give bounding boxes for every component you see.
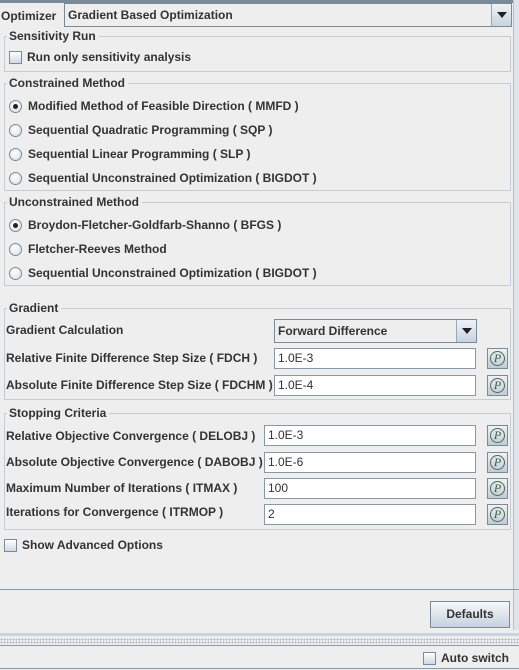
chevron-down-icon[interactable]	[456, 320, 476, 342]
radio-label: Sequential Unconstrained Optimization ( …	[28, 171, 317, 185]
parameter-icon: P	[490, 428, 505, 443]
parameter-icon: P	[490, 481, 505, 496]
auto-switch-row[interactable]: Auto switch	[423, 650, 509, 666]
bottom-border	[0, 668, 519, 669]
delobj-parameter-button[interactable]: P	[487, 425, 508, 446]
radio-button[interactable]	[9, 147, 22, 161]
radio-button[interactable]	[9, 242, 22, 256]
auto-switch-checkbox[interactable]	[423, 651, 436, 665]
show-advanced-options-label: Show Advanced Options	[22, 538, 163, 552]
fdch-parameter-button[interactable]: P	[487, 348, 508, 369]
constrained-method-group: Constrained Method Modified Method of Fe…	[4, 76, 511, 191]
fdchm-label: Absolute Finite Difference Step Size ( F…	[6, 378, 273, 392]
dabobj-input[interactable]: 1.0E-6	[264, 452, 476, 473]
fdchm-input[interactable]: 1.0E-4	[274, 375, 476, 396]
radio-bigdot-constrained[interactable]: Sequential Unconstrained Optimization ( …	[9, 168, 317, 188]
gradient-calculation-select[interactable]: Forward Difference	[274, 319, 477, 343]
dabobj-label: Absolute Objective Convergence ( DABOBJ …	[6, 455, 263, 469]
show-advanced-options-checkbox[interactable]	[4, 538, 17, 552]
gradient-group: Gradient Gradient Calculation Forward Di…	[4, 301, 511, 400]
defaults-button[interactable]: Defaults	[430, 601, 510, 628]
radio-sqp[interactable]: Sequential Quadratic Programming ( SQP )	[9, 120, 273, 140]
parameter-icon: P	[490, 455, 505, 470]
group-title: Sensitivity Run	[7, 29, 99, 43]
radio-mmfd[interactable]: Modified Method of Feasible Direction ( …	[9, 96, 299, 116]
radio-button[interactable]	[9, 123, 22, 137]
radio-label: Broydon-Fletcher-Goldfarb-Shanno ( BFGS …	[28, 218, 282, 232]
radio-label: Fletcher-Reeves Method	[28, 242, 167, 256]
fdchm-parameter-button[interactable]: P	[487, 375, 508, 396]
group-title: Unconstrained Method	[7, 195, 143, 209]
radio-label: Sequential Quadratic Programming ( SQP )	[28, 123, 273, 137]
group-title: Constrained Method	[7, 76, 128, 90]
split-pane-divider[interactable]	[0, 638, 519, 644]
radio-button[interactable]	[9, 171, 22, 185]
parameter-icon: P	[490, 378, 505, 393]
delobj-label: Relative Objective Convergence ( DELOBJ …	[6, 429, 256, 443]
fdch-label: Relative Finite Difference Step Size ( F…	[6, 351, 258, 365]
itmax-input[interactable]: 100	[264, 478, 476, 499]
radio-button[interactable]	[9, 218, 22, 232]
fdch-input[interactable]: 1.0E-3	[274, 348, 476, 369]
sensitivity-run-group: Sensitivity Run Run only sensitivity ana…	[4, 29, 511, 72]
gradient-calculation-label: Gradient Calculation	[6, 323, 124, 337]
radio-bfgs[interactable]: Broydon-Fletcher-Goldfarb-Shanno ( BFGS …	[9, 215, 281, 235]
optimizer-select[interactable]: Gradient Based Optimization	[64, 3, 512, 27]
itrmop-input[interactable]: 2	[264, 504, 476, 525]
radio-label: Sequential Linear Programming ( SLP )	[28, 147, 251, 161]
radio-button[interactable]	[9, 99, 22, 113]
gradient-calculation-value: Forward Difference	[278, 324, 388, 338]
group-title: Stopping Criteria	[7, 406, 110, 420]
sensitivity-checkbox-label: Run only sensitivity analysis	[27, 50, 192, 64]
show-advanced-options-row[interactable]: Show Advanced Options	[4, 535, 163, 555]
itrmop-parameter-button[interactable]: P	[487, 504, 508, 525]
radio-label: Modified Method of Feasible Direction ( …	[28, 99, 299, 113]
sensitivity-checkbox-row[interactable]: Run only sensitivity analysis	[9, 47, 191, 67]
radio-bigdot-unconstrained[interactable]: Sequential Unconstrained Optimization ( …	[9, 263, 317, 283]
unconstrained-method-group: Unconstrained Method Broydon-Fletcher-Go…	[4, 195, 511, 286]
panel-divider	[0, 589, 519, 590]
radio-label: Sequential Unconstrained Optimization ( …	[28, 266, 317, 280]
radio-slp[interactable]: Sequential Linear Programming ( SLP )	[9, 144, 251, 164]
auto-switch-label: Auto switch	[441, 651, 509, 665]
itmax-parameter-button[interactable]: P	[487, 478, 508, 499]
panel-bottom-border	[0, 633, 519, 636]
itmax-label: Maximum Number of Iterations ( ITMAX )	[6, 481, 238, 495]
dabobj-parameter-button[interactable]: P	[487, 452, 508, 473]
group-title: Gradient	[7, 301, 62, 315]
status-top-border	[0, 645, 519, 646]
stopping-criteria-group: Stopping Criteria Relative Objective Con…	[4, 406, 511, 530]
right-edge-border	[513, 0, 519, 630]
chevron-down-icon[interactable]	[491, 4, 511, 26]
parameter-icon: P	[490, 351, 505, 366]
radio-fletcher-reeves[interactable]: Fletcher-Reeves Method	[9, 239, 167, 259]
delobj-input[interactable]: 1.0E-3	[264, 425, 476, 446]
sensitivity-checkbox[interactable]	[9, 50, 22, 64]
optimizer-label: Optimizer	[1, 9, 57, 23]
optimizer-select-value: Gradient Based Optimization	[68, 8, 233, 22]
parameter-icon: P	[490, 507, 505, 522]
radio-button[interactable]	[9, 266, 22, 280]
itrmop-label: Iterations for Convergence ( ITRMOP )	[6, 505, 224, 519]
